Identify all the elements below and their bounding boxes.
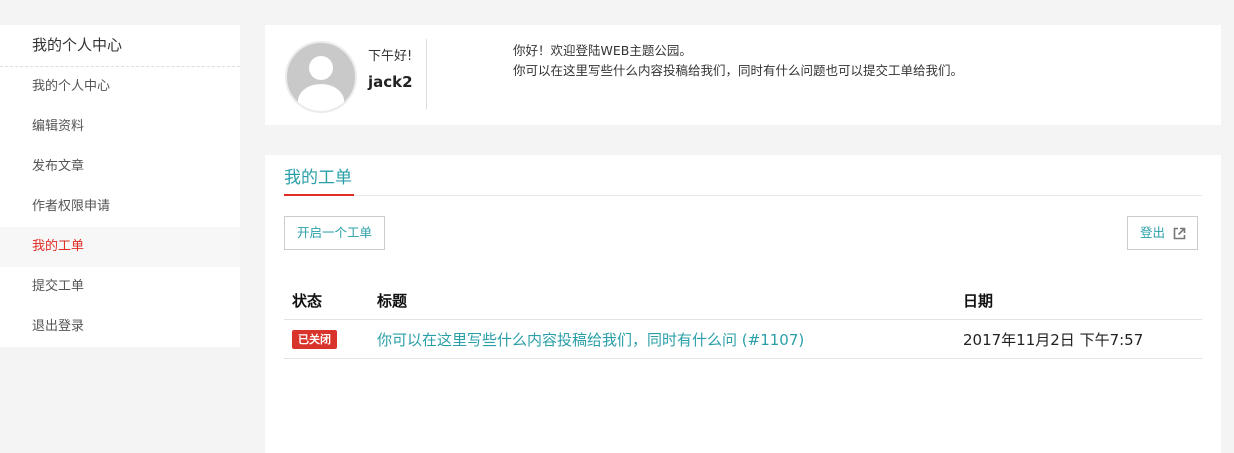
column-header-date: 日期 — [955, 282, 1202, 320]
greeting-text: 下午好! — [368, 49, 413, 64]
sidebar-title: 我的个人中心 — [0, 25, 240, 67]
sidebar-item-submit-ticket[interactable]: 提交工单 — [0, 267, 240, 307]
welcome-message: 你好！欢迎登陆WEB主题公园。 你可以在这里写些什么内容投稿给我们，同时有什么问… — [513, 41, 963, 81]
sidebar-item-publish-article[interactable]: 发布文章 — [0, 147, 240, 187]
sidebar-item-my-tickets[interactable]: 我的工单 — [0, 227, 240, 267]
title-cell: 你可以在这里写些什么内容投稿给我们，同时有什么问 (#1107) — [369, 319, 955, 359]
column-header-title: 标题 — [369, 282, 955, 320]
ticket-title-link[interactable]: 你可以在这里写些什么内容投稿给我们，同时有什么问 (#1107) — [377, 331, 804, 349]
tab-my-tickets[interactable]: 我的工单 — [284, 165, 354, 196]
tickets-table: 状态 标题 日期 已关闭 你可以在这里写些什么内容投稿给我们，同时有什么问 (#… — [284, 282, 1202, 359]
open-ticket-button[interactable]: 开启一个工单 — [284, 216, 386, 250]
column-header-status: 状态 — [284, 282, 369, 320]
status-badge: 已关闭 — [292, 330, 337, 349]
avatar[interactable] — [285, 41, 357, 113]
profile-card: 下午好! jack2 你好！欢迎登陆WEB主题公园。 你可以在这里写些什么内容投… — [265, 25, 1221, 125]
status-cell: 已关闭 — [284, 319, 369, 359]
avatar-body-shape — [298, 84, 344, 111]
tickets-panel: 我的工单 开启一个工单 登出 状态 标题 日期 已关闭 你可以在这里写些什么内容… — [265, 155, 1221, 453]
avatar-head-shape — [309, 56, 333, 80]
logout-button[interactable]: 登出 — [1127, 216, 1199, 250]
sidebar-item-profile[interactable]: 我的个人中心 — [0, 67, 240, 107]
username: jack2 — [368, 73, 413, 91]
profile-divider — [426, 39, 427, 109]
date-cell: 2017年11月2日 下午7:57 — [955, 319, 1202, 359]
welcome-line-2: 你可以在这里写些什么内容投稿给我们，同时有什么问题也可以提交工单给我们。 — [513, 63, 964, 78]
sidebar: 我的个人中心 我的个人中心 编辑资料 发布文章 作者权限申请 我的工单 提交工单… — [0, 25, 240, 347]
sidebar-item-edit-profile[interactable]: 编辑资料 — [0, 107, 240, 147]
tab-bar: 我的工单 — [284, 165, 1202, 196]
external-link-icon — [1173, 227, 1186, 239]
table-row: 已关闭 你可以在这里写些什么内容投稿给我们，同时有什么问 (#1107) 201… — [284, 319, 1202, 359]
table-header-row: 状态 标题 日期 — [284, 282, 1202, 320]
sidebar-item-author-permission[interactable]: 作者权限申请 — [0, 187, 240, 227]
welcome-line-1: 你好！欢迎登陆WEB主题公园。 — [513, 43, 692, 58]
sidebar-item-logout[interactable]: 退出登录 — [0, 307, 240, 347]
logout-button-label: 登出 — [1140, 225, 1166, 240]
